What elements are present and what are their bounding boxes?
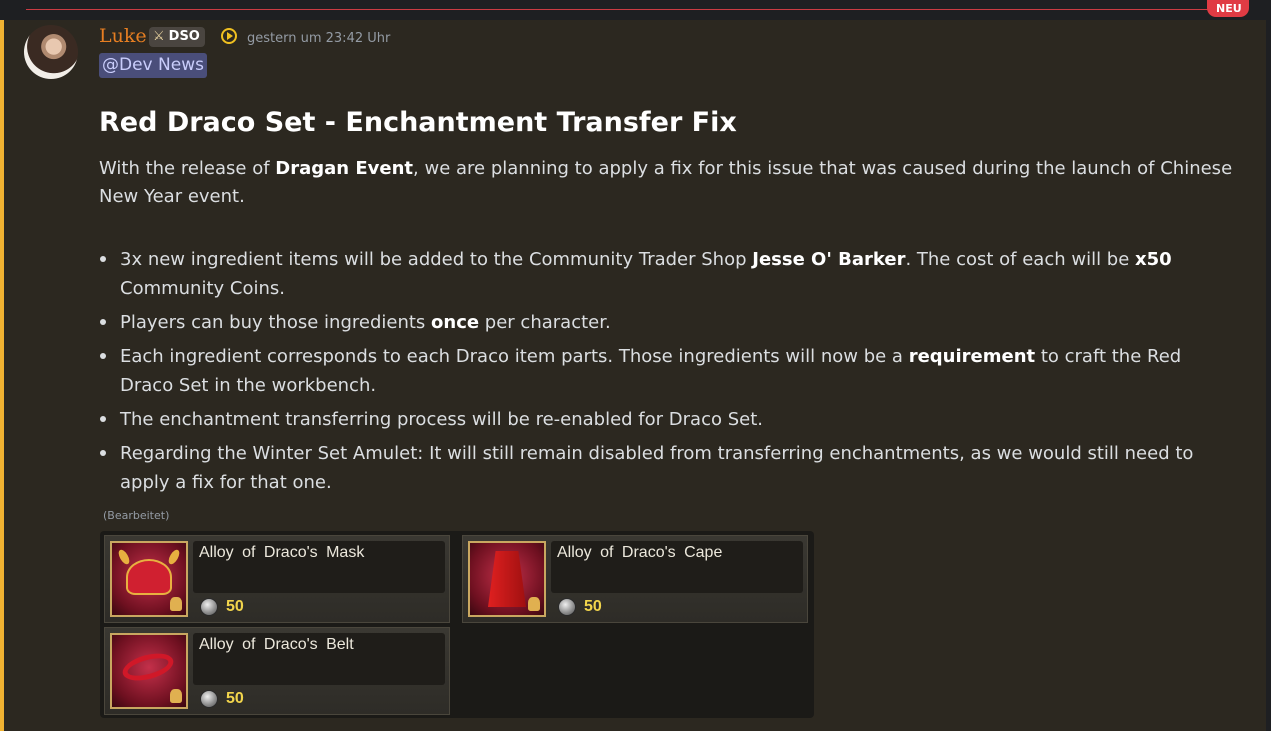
shop-item-cape[interactable]: Alloy of Draco's Cape 50 [462, 535, 808, 623]
silver-coin-icon [200, 598, 218, 616]
bullet-bold: Jesse O' Barker [752, 249, 906, 270]
new-messages-divider [26, 9, 1216, 10]
edited-label: (Bearbeitet) [103, 509, 170, 522]
helmet-icon [126, 559, 172, 595]
bullet-bold: once [431, 312, 480, 333]
avatar[interactable] [24, 25, 78, 79]
ornament-icon [528, 597, 540, 611]
bullet-text: . The cost of each will be [905, 249, 1136, 270]
list-item: The enchantment transferring process wil… [99, 405, 1229, 434]
bullet-text: Each ingredient corresponds to each Drac… [120, 346, 909, 367]
sword-icon: ⚔ [153, 29, 165, 44]
item-name: Alloy of Draco's Belt [199, 636, 354, 653]
item-price: 50 [226, 598, 244, 615]
bullet-bold: requirement [908, 346, 1036, 367]
bullet-bold: x50 [1135, 249, 1172, 270]
username[interactable]: Luke [99, 24, 147, 48]
item-price: 50 [584, 598, 602, 615]
shop-item-belt[interactable]: Alloy of Draco's Belt 50 [104, 627, 450, 715]
list-item: Each ingredient corresponds to each Drac… [99, 342, 1229, 400]
cape-icon [488, 551, 526, 607]
mention-highlight-bar [0, 20, 4, 731]
bullet-text: Players can buy those ingredients [120, 312, 432, 333]
bullet-text: The enchantment transferring process wil… [120, 409, 763, 430]
ornament-icon [170, 597, 182, 611]
item-thumbnail [468, 541, 546, 617]
silver-coin-icon [200, 690, 218, 708]
list-item: Regarding the Winter Set Amulet: It will… [99, 439, 1229, 497]
item-name: Alloy of Draco's Cape [557, 544, 723, 561]
list-item: 3x new ingredient items will be added to… [99, 245, 1229, 303]
silver-coin-icon [558, 598, 576, 616]
role-tag[interactable]: ⚔ DSO [149, 27, 205, 47]
intro-bold: Dragan Event [275, 158, 414, 179]
bullet-text: 3x new ingredient items will be added to… [120, 249, 753, 270]
bullet-text: Community Coins. [120, 278, 285, 299]
boost-icon[interactable] [221, 28, 237, 44]
belt-icon [119, 648, 177, 686]
intro-text: With the release of [99, 158, 276, 179]
divider-strip [0, 0, 1271, 20]
bullet-text: Regarding the Winter Set Amulet: It will… [120, 443, 1194, 493]
ornament-icon [170, 689, 182, 703]
item-thumbnail [110, 541, 188, 617]
new-badge: NEU [1207, 0, 1249, 17]
scrollbar-track[interactable] [1266, 20, 1271, 731]
bullet-list: 3x new ingredient items will be added to… [99, 245, 1229, 502]
timestamp[interactable]: gestern um 23:42 Uhr [247, 30, 390, 48]
message-headline: Red Draco Set - Enchantment Transfer Fix [99, 107, 737, 138]
item-price: 50 [226, 690, 244, 707]
list-item: Players can buy those ingredients once p… [99, 308, 1229, 337]
shop-image-attachment[interactable]: Alloy of Draco's Mask 50 Alloy of Draco'… [100, 531, 814, 718]
bullet-text: per character. [479, 312, 611, 333]
role-tag-label: DSO [168, 29, 200, 44]
shop-item-mask[interactable]: Alloy of Draco's Mask 50 [104, 535, 450, 623]
item-thumbnail [110, 633, 188, 709]
intro-paragraph: With the release of Dragan Event, we are… [99, 155, 1239, 211]
role-mention[interactable]: @Dev News [99, 53, 207, 78]
item-name: Alloy of Draco's Mask [199, 544, 365, 561]
